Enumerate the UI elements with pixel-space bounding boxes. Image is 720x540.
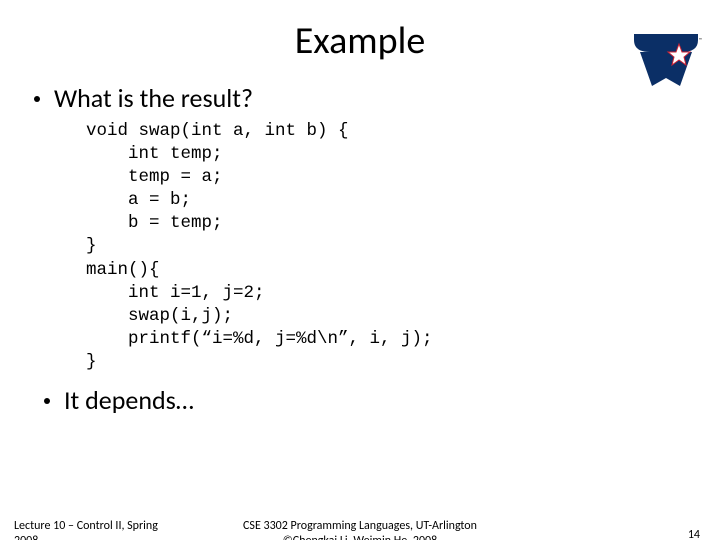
slide-number: 14 [688, 528, 700, 540]
footer-center-line1: CSE 3302 Programming Languages, UT-Arlin… [0, 519, 720, 533]
bullet-text: What is the result? [54, 82, 253, 114]
uta-logo: ™ [630, 30, 702, 92]
svg-text:™: ™ [699, 36, 702, 44]
bullet-what-is-result: What is the result? [30, 82, 690, 114]
slide-content: What is the result? void swap(int a, int… [0, 82, 720, 416]
footer-center-line2: ©Chengkai Li, Weimin He, 2008 [0, 534, 720, 540]
footer-center: CSE 3302 Programming Languages, UT-Arlin… [0, 519, 720, 540]
bullet-dot-icon [34, 96, 40, 102]
bullet-text: It depends… [64, 384, 194, 416]
code-block: void swap(int a, int b) { int temp; temp… [86, 120, 690, 374]
bullet-it-depends: It depends… [40, 384, 690, 416]
bullet-dot-icon [44, 398, 50, 404]
slide-title: Example [0, 18, 720, 64]
